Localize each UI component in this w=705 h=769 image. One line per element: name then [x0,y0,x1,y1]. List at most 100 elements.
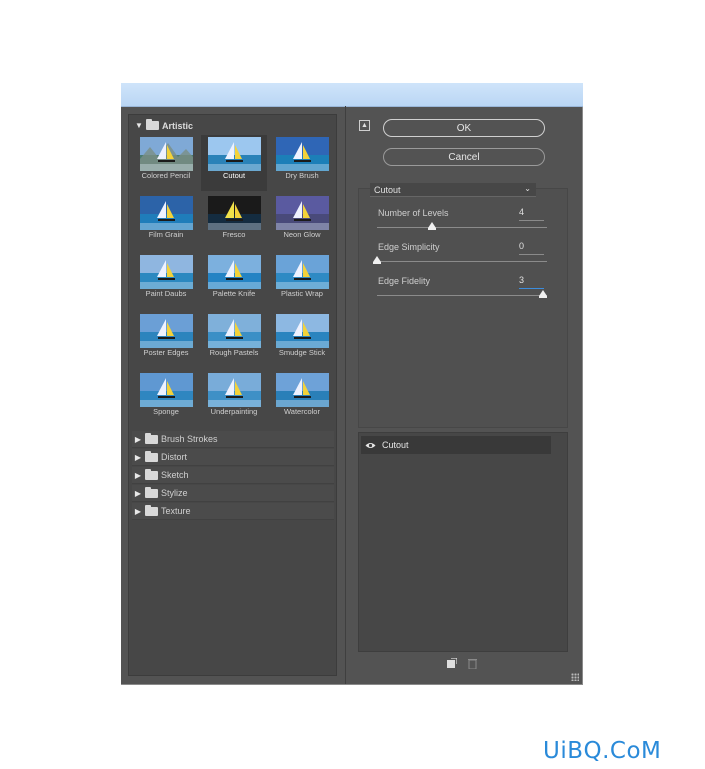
filter-thumbnail[interactable]: Palette Knife [201,253,267,309]
folder-icon [145,432,158,444]
filter-thumbnail[interactable]: Colored Pencil [133,135,199,191]
category-collapsed[interactable]: ▶ Texture [132,503,334,520]
panel-divider [345,106,346,684]
thumbnail-label: Underpainting [210,407,258,416]
chevron-down-icon: ⌄ [524,184,531,193]
triangle-right-icon: ▶ [134,434,142,444]
thumbnail-image [140,255,193,289]
thumbnail-label: Plastic Wrap [281,289,323,298]
thumbnail-label: Sponge [153,407,179,416]
eye-icon[interactable] [361,442,379,449]
filter-thumbnail[interactable]: Dry Brush [269,135,335,191]
thumbnail-image [208,137,261,171]
triangle-right-icon: ▶ [134,506,142,516]
parameter-slider-track[interactable] [377,295,547,296]
thumbnail-label: Fresco [222,230,246,239]
parameter-slider-track[interactable] [377,261,547,262]
thumbnail-image [276,314,329,348]
cancel-button[interactable]: Cancel [383,148,545,166]
category-collapsed[interactable]: ▶ Brush Strokes [132,431,334,448]
filter-settings-panel [358,188,568,428]
thumbnail-label: Neon Glow [283,230,321,239]
category-collapsed[interactable]: ▶ Stylize [132,485,334,502]
thumbnail-label: Poster Edges [143,348,189,357]
thumbnail-label: Smudge Stick [278,348,326,357]
parameter-slider-knob[interactable] [427,222,436,230]
folder-icon [145,468,158,480]
filter-thumbnail[interactable]: Rough Pastels [201,312,267,368]
filter-thumbnail[interactable]: Film Grain [133,194,199,250]
effect-layers-panel: Cutout [358,432,568,652]
triangle-right-icon: ▶ [134,488,142,498]
thumbnail-image [208,373,261,407]
thumbnail-label: Paint Daubs [145,289,187,298]
folder-icon [145,504,158,516]
triangle-right-icon: ▶ [134,452,142,462]
parameter-slider-track[interactable] [377,227,547,228]
parameter-value-field[interactable]: 0 [519,241,544,255]
ok-button[interactable]: OK [383,119,545,137]
thumbnail-label: Rough Pastels [209,348,259,357]
window-titlebar[interactable] [121,83,583,107]
thumbnail-image [140,137,193,171]
filter-thumbnail[interactable]: Paint Daubs [133,253,199,309]
trash-icon[interactable] [467,656,478,670]
thumbnail-image [208,255,261,289]
filter-thumbnail[interactable]: Underpainting [201,371,267,427]
filter-thumbnail[interactable]: Sponge [133,371,199,427]
effect-layer-name: Cutout [382,440,409,450]
filter-thumbnail[interactable]: Poster Edges [133,312,199,368]
thumbnail-label: Watercolor [284,407,320,416]
category-label: Texture [161,506,191,516]
effect-layer-row[interactable]: Cutout [361,436,551,454]
triangle-right-icon: ▶ [134,470,142,480]
filter-select-value: Cutout [374,184,401,195]
category-label: Stylize [161,488,188,498]
triangle-down-icon: ▼ [135,121,143,130]
parameter-label: Edge Simplicity [378,242,440,252]
thumbnail-image [140,373,193,407]
filter-thumbnail[interactable]: Watercolor [269,371,335,427]
filter-thumbnail[interactable]: Fresco [201,194,267,250]
resize-grip[interactable] [571,673,579,681]
thumbnail-label: Dry Brush [285,171,319,180]
thumbnail-label: Film Grain [148,230,184,239]
parameter-value-field[interactable]: 3 [519,275,544,289]
thumbnail-image [140,196,193,230]
thumbnail-image [208,196,261,230]
filter-thumbnail[interactable]: Plastic Wrap [269,253,335,309]
thumbnail-label: Palette Knife [212,289,256,298]
category-label: Brush Strokes [161,434,218,444]
thumbnail-image [276,137,329,171]
thumbnail-image [276,255,329,289]
filter-thumbnail[interactable]: Neon Glow [269,194,335,250]
thumbnail-label: Colored Pencil [141,171,191,180]
parameter-label: Number of Levels [378,208,449,218]
folder-icon [145,450,158,462]
category-label: Artistic [162,120,194,131]
category-artistic[interactable]: ▼ Artistic [133,117,193,134]
thumbnail-label: Cutout [222,171,246,180]
thumbnail-image [140,314,193,348]
filter-list-panel: ▼ Artistic Colored Pencil Cutout Dry Bru… [128,114,337,676]
category-collapsed[interactable]: ▶ Distort [132,449,334,466]
parameter-value-field[interactable]: 4 [519,207,544,221]
thumbnail-image [276,196,329,230]
thumbnail-image [276,373,329,407]
category-label: Distort [161,452,188,462]
new-effect-layer-icon[interactable] [446,656,458,668]
parameter-slider-knob[interactable] [373,256,381,264]
filter-thumbnail[interactable]: Smudge Stick [269,312,335,368]
filter-select[interactable]: Cutout ⌄ [370,183,536,197]
folder-icon [145,486,158,498]
watermark: UiBQ.CoM [543,738,662,764]
collapse-icon[interactable]: ▲ [359,120,370,131]
filter-gallery-window: ▼ Artistic Colored Pencil Cutout Dry Bru… [121,83,583,685]
filter-thumbnail[interactable]: Cutout [201,135,267,191]
category-collapsed[interactable]: ▶ Sketch [132,467,334,484]
folder-icon [146,119,159,130]
thumbnail-image [208,314,261,348]
parameter-slider-knob[interactable] [539,290,547,298]
category-label: Sketch [161,470,189,480]
parameter-label: Edge Fidelity [378,276,431,286]
